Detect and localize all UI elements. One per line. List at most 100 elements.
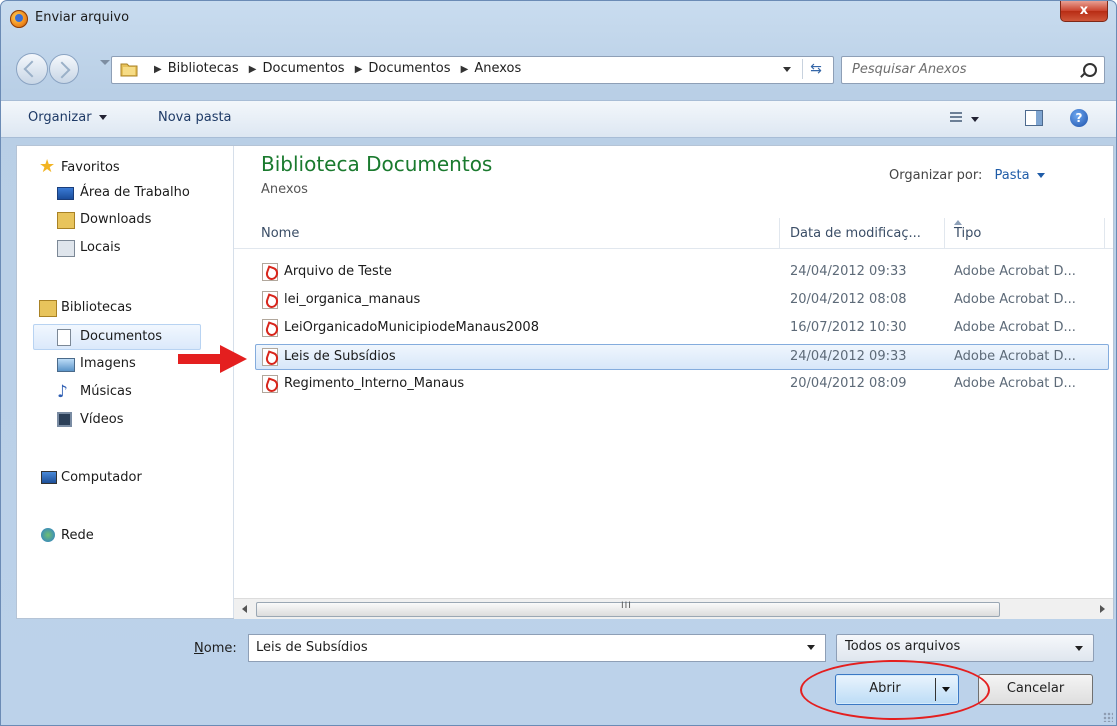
file-date: 20/04/2012 08:09 bbox=[790, 376, 907, 391]
preview-pane-icon[interactable] bbox=[1025, 110, 1043, 126]
file-row[interactable]: Regimento_Interno_Manaus 20/04/2012 08:0… bbox=[256, 372, 1108, 396]
open-file-dialog: Enviar arquivo x ▶ Bibliotecas ▶ Documento… bbox=[0, 0, 1117, 726]
file-name: lei_organica_manaus bbox=[284, 292, 421, 307]
arrange-by-value: Pasta bbox=[994, 168, 1030, 183]
scroll-left-icon[interactable] bbox=[242, 605, 247, 613]
organize-label: Organizar bbox=[28, 110, 92, 125]
breadcrumb-separator-icon[interactable]: ▶ bbox=[249, 64, 257, 75]
pdf-file-icon bbox=[262, 375, 278, 393]
document-icon bbox=[57, 329, 71, 346]
desktop-icon bbox=[57, 187, 74, 200]
forward-button[interactable] bbox=[49, 54, 79, 84]
refresh-icon[interactable]: ⇆ bbox=[802, 59, 829, 79]
libraries-icon bbox=[39, 300, 57, 317]
cancel-button[interactable]: Cancelar bbox=[978, 674, 1093, 705]
file-name-label-hotkey: N bbox=[194, 641, 204, 656]
column-divider[interactable] bbox=[779, 218, 780, 248]
breadcrumb-anexos[interactable]: Anexos bbox=[474, 61, 521, 76]
view-dropdown-icon[interactable] bbox=[971, 117, 979, 122]
new-folder-button[interactable]: Nova pasta bbox=[158, 110, 232, 125]
view-options-icon[interactable] bbox=[950, 112, 962, 124]
pdf-file-icon bbox=[262, 319, 278, 337]
nav-documents[interactable]: Documentos bbox=[33, 324, 201, 350]
arrange-by: Organizar por: Pasta bbox=[889, 168, 1045, 183]
file-type: Adobe Acrobat D... bbox=[954, 376, 1076, 391]
search-icon[interactable] bbox=[1083, 63, 1097, 77]
network-icon bbox=[41, 528, 55, 542]
file-type: Adobe Acrobat D... bbox=[954, 292, 1076, 307]
breadcrumb-separator-icon[interactable]: ▶ bbox=[355, 64, 363, 75]
file-type-select[interactable]: Todos os arquivos bbox=[836, 634, 1094, 662]
file-name-label: Nome: bbox=[194, 641, 237, 656]
file-date: 24/04/2012 09:33 bbox=[790, 349, 907, 364]
file-row[interactable]: Arquivo de Teste 24/04/2012 09:33 Adobe … bbox=[256, 260, 1108, 284]
address-dropdown-icon[interactable] bbox=[783, 67, 791, 72]
chevron-down-icon[interactable] bbox=[807, 645, 815, 650]
library-subtitle: Anexos bbox=[261, 182, 308, 197]
music-icon: ♪ bbox=[57, 382, 68, 402]
close-button[interactable]: x bbox=[1060, 1, 1108, 22]
column-date[interactable]: Data de modificaç... bbox=[790, 226, 921, 241]
file-name-label-text: ome: bbox=[203, 641, 237, 656]
places-icon bbox=[57, 240, 75, 257]
breadcrumb-documentos-2[interactable]: Documentos bbox=[368, 61, 450, 76]
pdf-file-icon bbox=[262, 348, 278, 366]
file-name-combobox[interactable]: Leis de Subsídios bbox=[248, 634, 826, 662]
file-date: 16/07/2012 10:30 bbox=[790, 320, 907, 335]
column-name[interactable]: Nome bbox=[261, 226, 299, 241]
column-divider[interactable] bbox=[1104, 218, 1105, 248]
search-input[interactable]: Pesquisar Anexos bbox=[852, 62, 966, 77]
file-name-input[interactable]: Leis de Subsídios bbox=[256, 640, 368, 655]
column-header: Nome Data de modificaç... Tipo bbox=[234, 218, 1113, 249]
chevron-down-icon bbox=[98, 115, 107, 120]
images-icon bbox=[57, 358, 75, 372]
sort-ascending-icon bbox=[954, 220, 962, 225]
arrange-by-dropdown[interactable]: Pasta bbox=[995, 168, 1045, 183]
file-date: 24/04/2012 09:33 bbox=[790, 264, 907, 279]
address-bar[interactable]: ▶ Bibliotecas ▶ Documentos ▶ Documentos ▶ An… bbox=[111, 56, 834, 84]
file-name: LeiOrganicadoMunicipiodeManaus2008 bbox=[284, 320, 539, 335]
column-divider[interactable] bbox=[944, 218, 945, 248]
column-type[interactable]: Tipo bbox=[954, 226, 981, 241]
breadcrumb: ▶ Bibliotecas ▶ Documentos ▶ Documentos ▶ An… bbox=[148, 61, 521, 76]
file-row[interactable]: LeiOrganicadoMunicipiodeManaus2008 16/07… bbox=[256, 316, 1108, 340]
breadcrumb-bibliotecas[interactable]: Bibliotecas bbox=[168, 61, 239, 76]
file-date: 20/04/2012 08:08 bbox=[790, 292, 907, 307]
horizontal-scrollbar[interactable]: III bbox=[234, 598, 1113, 619]
file-type: Adobe Acrobat D... bbox=[954, 349, 1076, 364]
red-arrow-annotation bbox=[178, 345, 247, 373]
resize-grip[interactable] bbox=[1103, 712, 1113, 722]
breadcrumb-separator-icon[interactable]: ▶ bbox=[154, 64, 162, 75]
command-bar: Organizar Nova pasta ? bbox=[1, 100, 1116, 138]
downloads-folder-icon bbox=[57, 212, 75, 229]
video-icon bbox=[57, 412, 72, 427]
library-folder-icon bbox=[120, 63, 138, 77]
file-list-pane: Biblioteca Documentos Anexos Organizar p… bbox=[234, 146, 1113, 618]
window-title: Enviar arquivo bbox=[35, 10, 130, 25]
library-title: Biblioteca Documentos bbox=[261, 152, 493, 176]
file-type: Adobe Acrobat D... bbox=[954, 320, 1076, 335]
chevron-down-icon bbox=[1036, 173, 1045, 178]
breadcrumb-separator-icon[interactable]: ▶ bbox=[461, 64, 469, 75]
file-type: Adobe Acrobat D... bbox=[954, 264, 1076, 279]
file-row-selected[interactable]: Leis de Subsídios 24/04/2012 09:33 Adobe… bbox=[255, 344, 1109, 370]
search-box[interactable]: Pesquisar Anexos bbox=[841, 56, 1105, 84]
file-row[interactable]: lei_organica_manaus 20/04/2012 08:08 Ado… bbox=[256, 288, 1108, 312]
file-type-value: Todos os arquivos bbox=[845, 639, 961, 654]
pdf-file-icon bbox=[262, 263, 278, 281]
title-bar: Enviar arquivo x bbox=[1, 1, 1116, 47]
organize-menu-button[interactable]: Organizar bbox=[28, 110, 107, 125]
scroll-right-icon[interactable] bbox=[1100, 605, 1105, 613]
firefox-icon bbox=[10, 10, 28, 28]
red-circle-annotation bbox=[800, 660, 990, 720]
browser-area: ★ Favoritos Área de Trabalho Downloads L… bbox=[16, 145, 1114, 619]
chevron-down-icon[interactable] bbox=[1075, 646, 1083, 651]
breadcrumb-documentos[interactable]: Documentos bbox=[263, 61, 345, 76]
file-name: Leis de Subsídios bbox=[284, 349, 396, 364]
recent-locations-dropdown[interactable] bbox=[100, 60, 110, 65]
help-icon[interactable]: ? bbox=[1070, 109, 1088, 127]
arrange-by-label: Organizar por: bbox=[889, 168, 983, 183]
back-button[interactable] bbox=[16, 53, 48, 85]
file-name: Arquivo de Teste bbox=[284, 264, 392, 279]
scrollbar-thumb[interactable]: III bbox=[256, 601, 1000, 617]
